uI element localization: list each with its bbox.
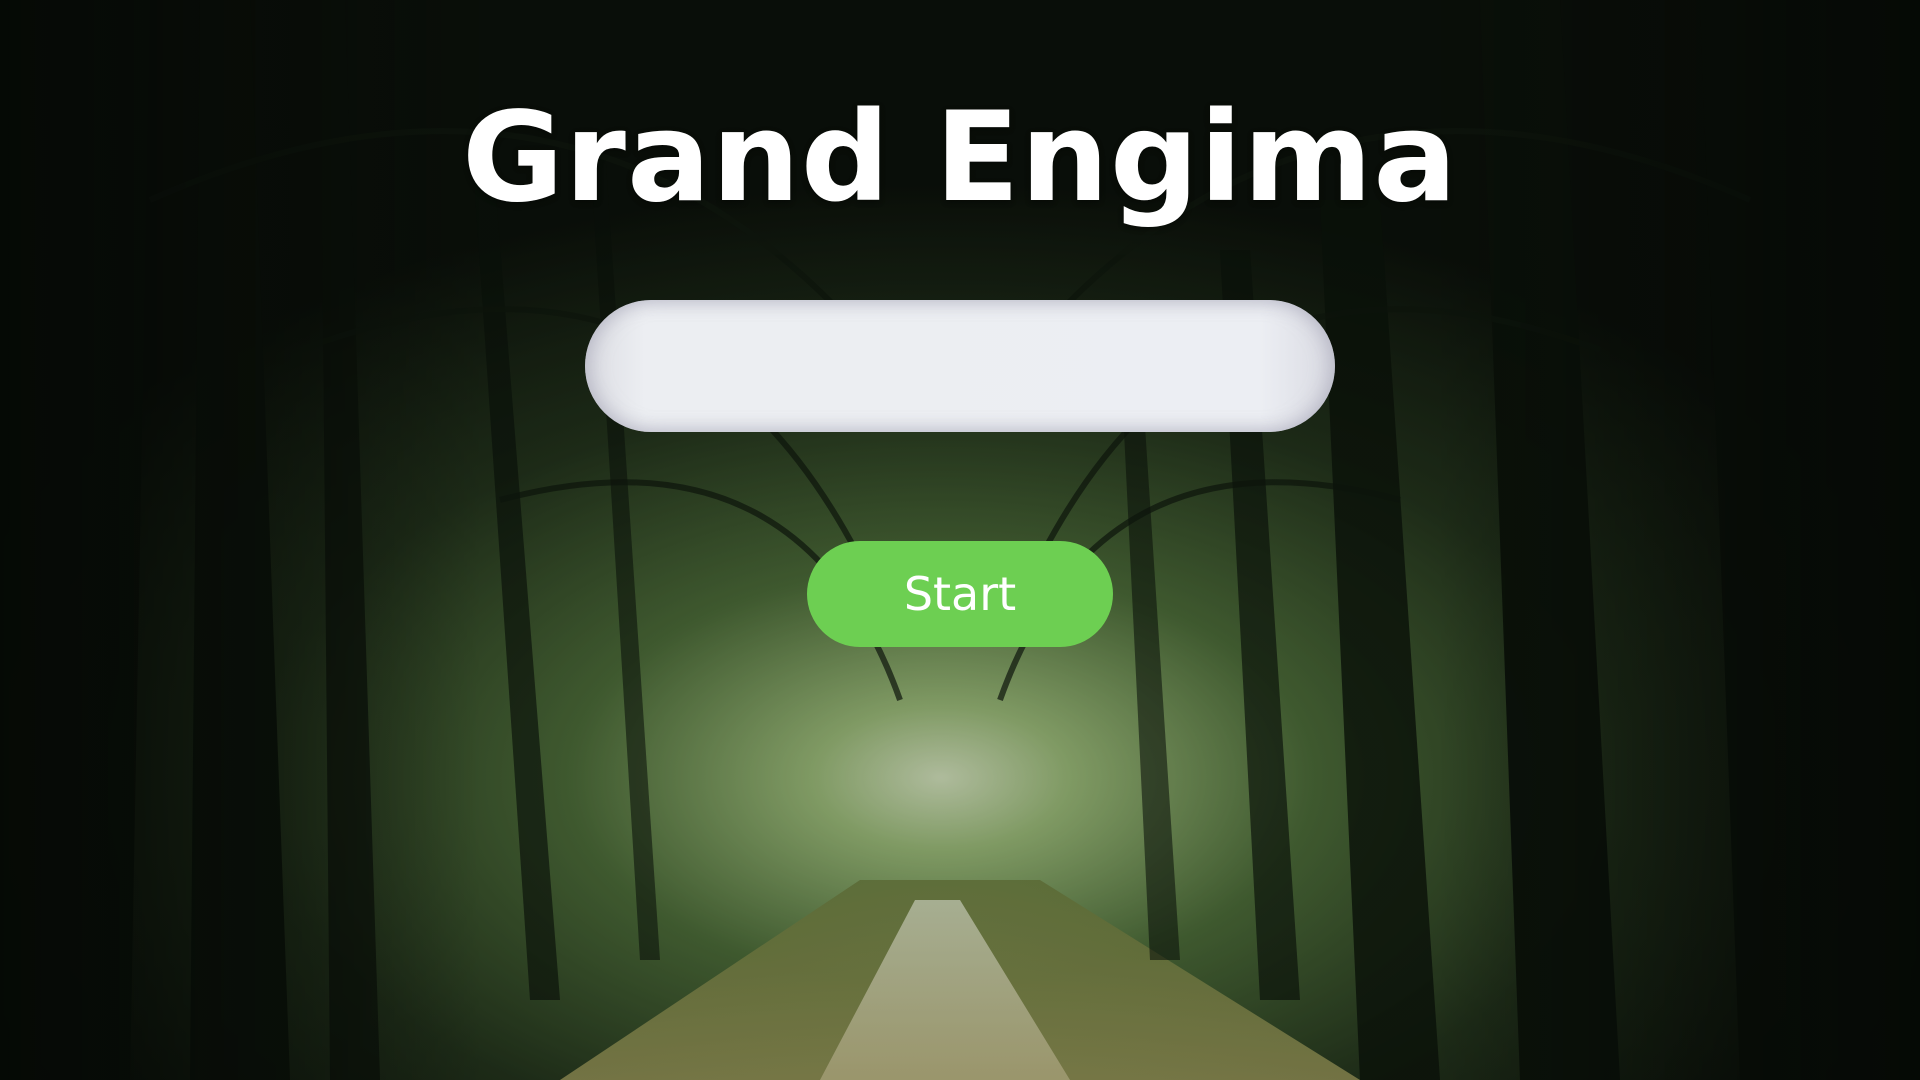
player-name-input[interactable] [585,300,1335,432]
game-title: Grand Engima [462,86,1458,230]
start-button[interactable]: Start [807,541,1113,647]
game-start-screen: Grand Engima Start [0,0,1920,1080]
